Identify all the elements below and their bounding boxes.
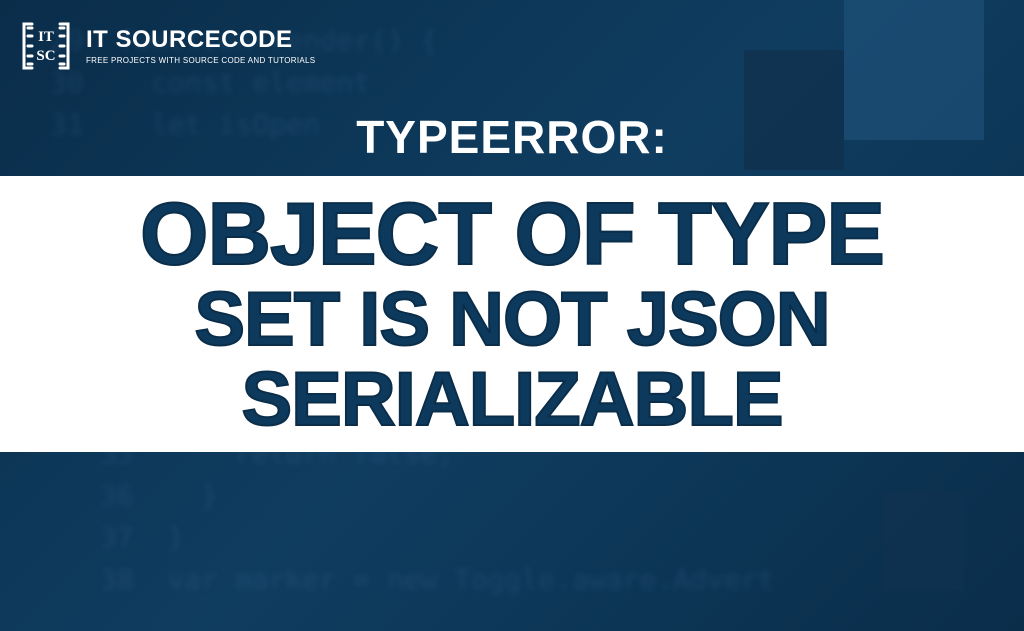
- bg-square: [884, 491, 964, 591]
- banner-line-2: SET IS NOT JSON SERIALIZABLE: [20, 280, 1004, 440]
- svg-text:SC: SC: [36, 48, 55, 64]
- brand-tagline: FREE PROJECTS WITH SOURCE CODE AND TUTOR…: [86, 56, 315, 65]
- error-heading: TYPEERROR:: [0, 110, 1024, 164]
- thumbnail-container: 29 function render() { 30 const element …: [0, 0, 1024, 631]
- logo-area: IT SC IT SOURCECODE FREE PROJECTS WITH S…: [18, 18, 315, 74]
- brand-name: IT SOURCECODE: [86, 28, 315, 52]
- svg-text:IT: IT: [38, 29, 54, 45]
- logo-icon: IT SC: [18, 18, 74, 74]
- banner-line-1: OBJECT OF TYPE: [140, 188, 884, 280]
- logo-text-group: IT SOURCECODE FREE PROJECTS WITH SOURCE …: [86, 28, 315, 65]
- title-banner: OBJECT OF TYPE SET IS NOT JSON SERIALIZA…: [0, 176, 1024, 452]
